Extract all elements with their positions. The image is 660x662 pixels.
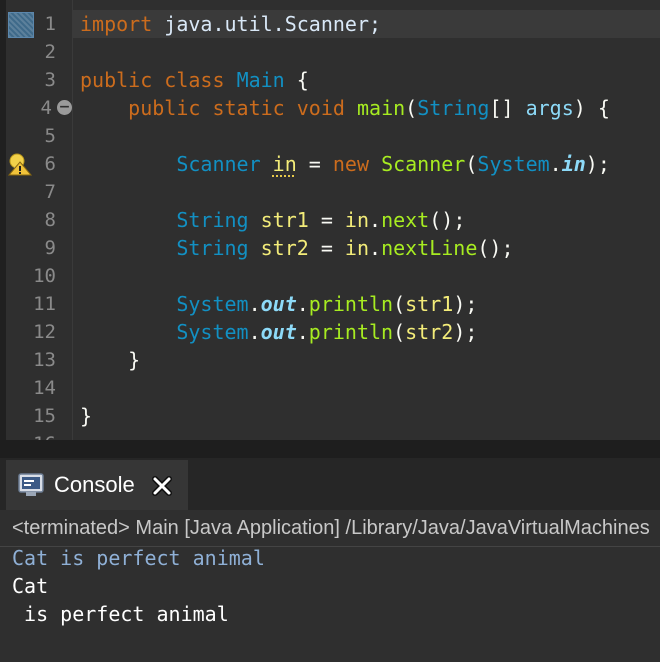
line-number: 15 bbox=[33, 405, 56, 427]
code-editor[interactable]: 1 2 3 4 5 6 7 8 9 10 11 12 13 14 15 16 −… bbox=[0, 0, 660, 440]
keyword: import bbox=[80, 12, 153, 36]
dot: . bbox=[296, 292, 309, 316]
console-input-echo: Cat is perfect animal bbox=[12, 546, 265, 570]
code-line-6: Scanner in = new Scanner(System.in); bbox=[80, 150, 610, 178]
type-name: String bbox=[417, 96, 490, 120]
class-name: Main bbox=[236, 68, 285, 92]
paren: ( bbox=[465, 152, 478, 176]
keyword: public bbox=[128, 96, 201, 120]
method-name: nextLine bbox=[381, 236, 478, 260]
paren: (); bbox=[477, 236, 514, 260]
code-line-1: import java.util.Scanner; bbox=[80, 10, 381, 38]
line-number: 5 bbox=[44, 125, 56, 147]
static-field: in bbox=[561, 152, 586, 176]
operator: = bbox=[308, 236, 345, 260]
paren: ( bbox=[405, 96, 418, 120]
line-number: 3 bbox=[44, 69, 56, 91]
variable: in bbox=[272, 152, 297, 176]
keyword: static bbox=[212, 96, 285, 120]
dot: . bbox=[369, 208, 382, 232]
method-name: main bbox=[356, 96, 406, 120]
variable: str1 bbox=[405, 292, 454, 316]
method-name: println bbox=[308, 320, 394, 344]
keyword: void bbox=[296, 96, 345, 120]
paren: ); bbox=[453, 292, 478, 316]
line-number: 2 bbox=[44, 41, 56, 63]
paren: ( bbox=[393, 292, 406, 316]
type-name: System bbox=[477, 152, 550, 176]
line-number: 1 bbox=[44, 13, 56, 35]
tab-console[interactable]: Console bbox=[6, 460, 188, 510]
variable: str2 bbox=[405, 320, 454, 344]
line-number: 12 bbox=[33, 321, 56, 343]
paren: ( bbox=[393, 320, 406, 344]
type-name: System bbox=[176, 292, 249, 316]
type-name: System bbox=[176, 320, 249, 344]
paren: ) { bbox=[573, 96, 610, 120]
brace: } bbox=[80, 404, 93, 428]
brace: { bbox=[284, 68, 309, 92]
code-line-12: System.out.println(str2); bbox=[80, 318, 477, 346]
warning-lightbulb-icon[interactable] bbox=[8, 152, 32, 176]
code-line-4: public static void main(String[] args) { bbox=[80, 94, 610, 122]
close-icon[interactable] bbox=[151, 475, 173, 497]
line-number: 4 bbox=[40, 97, 52, 119]
code-line-13: } bbox=[80, 346, 140, 374]
operator: = bbox=[308, 208, 345, 232]
line-number: 9 bbox=[44, 237, 56, 259]
code-line-8: String str1 = in.next(); bbox=[80, 206, 465, 234]
paren: ); bbox=[585, 152, 610, 176]
dot: . bbox=[248, 320, 261, 344]
line-number: 7 bbox=[44, 181, 56, 203]
line-number: 13 bbox=[33, 349, 56, 371]
console-status-text: <terminated> Main [Java Application] /Li… bbox=[12, 517, 650, 539]
code-line-9: String str2 = in.nextLine(); bbox=[80, 234, 514, 262]
paren: ); bbox=[453, 320, 478, 344]
variable: in bbox=[344, 236, 370, 260]
line-number: 8 bbox=[44, 209, 56, 231]
method-name: println bbox=[308, 292, 394, 316]
type-name: String bbox=[176, 208, 249, 232]
keyword: new bbox=[332, 152, 370, 176]
array-brackets: [] bbox=[489, 96, 526, 120]
code-line-11: System.out.println(str1); bbox=[80, 290, 477, 318]
static-field: out bbox=[260, 292, 297, 316]
import-path: java.util.Scanner; bbox=[152, 12, 382, 36]
variable: str1 bbox=[260, 208, 309, 232]
line-number: 16 bbox=[24, 430, 56, 440]
operator: = bbox=[296, 152, 333, 176]
fold-collapse-icon[interactable]: − bbox=[57, 100, 72, 115]
line-number: 10 bbox=[33, 265, 56, 287]
console-icon bbox=[18, 473, 44, 496]
keyword: public bbox=[80, 68, 153, 92]
console-output-area[interactable]: <terminated> Main [Java Application] /Li… bbox=[0, 510, 660, 662]
dot: . bbox=[549, 152, 562, 176]
paren: (); bbox=[429, 208, 466, 232]
brace: } bbox=[128, 348, 141, 372]
dot: . bbox=[296, 320, 309, 344]
static-field: out bbox=[260, 320, 297, 344]
console-tab-label: Console bbox=[54, 472, 135, 497]
console-output-line: Cat bbox=[12, 574, 49, 598]
console-output-line: is perfect animal bbox=[12, 602, 229, 626]
constructor: Scanner bbox=[381, 152, 466, 176]
console-view-header: Console bbox=[0, 458, 660, 510]
panel-divider[interactable] bbox=[0, 440, 660, 458]
type-name: String bbox=[176, 236, 249, 260]
method-name: next bbox=[381, 208, 430, 232]
variable: str2 bbox=[260, 236, 309, 260]
parameter: args bbox=[525, 96, 574, 120]
dot: . bbox=[248, 292, 261, 316]
variable: in bbox=[344, 208, 370, 232]
line-number: 11 bbox=[33, 293, 56, 315]
keyword: class bbox=[164, 68, 225, 92]
code-line-3: public class Main { bbox=[80, 66, 309, 94]
type-name: Scanner bbox=[176, 152, 261, 176]
dot: . bbox=[369, 236, 382, 260]
code-line-15: } bbox=[80, 402, 92, 430]
line-number: 14 bbox=[33, 377, 56, 399]
